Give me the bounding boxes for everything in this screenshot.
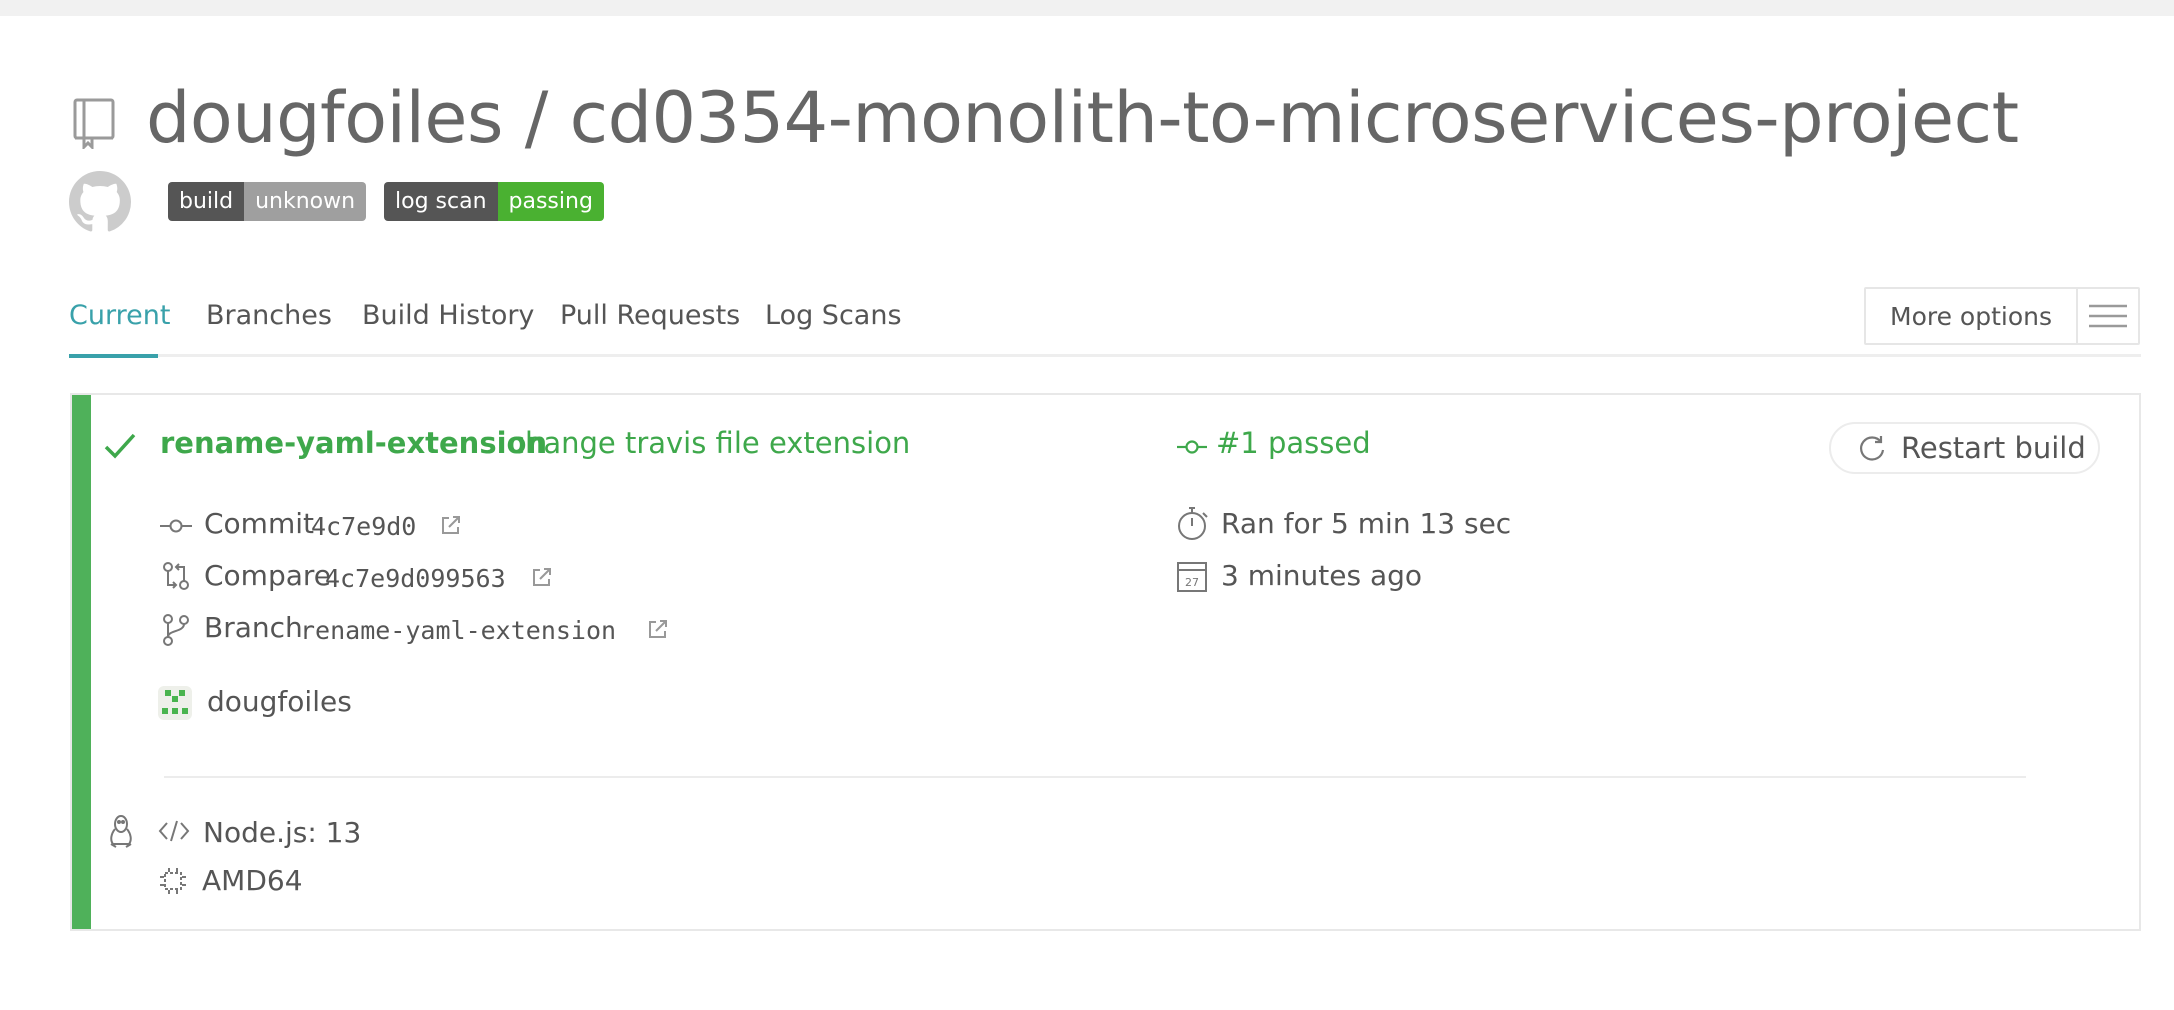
build-finished-time: 3 minutes ago (1221, 559, 1423, 592)
tab-current[interactable]: Current (69, 300, 170, 331)
commit-icon (1177, 439, 1207, 459)
restart-icon (1857, 433, 1887, 463)
stopwatch-icon (1176, 504, 1212, 546)
commit-message-link[interactable]: change travis file extension (509, 426, 910, 460)
badge-label: build (168, 182, 245, 221)
badge-status: unknown (244, 182, 367, 221)
tab-branches[interactable]: Branches (206, 300, 332, 331)
tab-build-history[interactable]: Build History (362, 300, 534, 331)
author-name[interactable]: dougfoiles (207, 685, 352, 718)
card-divider (164, 776, 2026, 778)
code-icon (158, 819, 190, 847)
more-options-button[interactable]: More options (1864, 287, 2140, 345)
github-icon[interactable] (69, 171, 131, 237)
restart-build-button[interactable]: Restart build (1829, 422, 2100, 474)
branch-name-link[interactable]: rename-yaml-extension (300, 616, 616, 645)
avatar (158, 686, 192, 724)
linux-icon (107, 814, 135, 852)
calendar-icon: 27 (1177, 562, 1207, 596)
svg-text:27: 27 (1185, 576, 1199, 589)
external-link-icon[interactable] (531, 566, 553, 592)
branch-icon (162, 614, 190, 650)
build-branch-link[interactable]: rename-yaml-extension (160, 426, 547, 460)
current-build-card (70, 393, 2141, 931)
commit-label: Commit (204, 507, 314, 540)
repo-owner-link[interactable]: dougfoiles (146, 77, 503, 159)
top-bar (0, 0, 2174, 16)
tab-log-scans[interactable]: Log Scans (765, 300, 902, 331)
badge-label: log scan (384, 182, 498, 221)
build-status-stripe (72, 395, 91, 929)
more-options-label: More options (1866, 289, 2078, 343)
log-scan-badge[interactable]: log scan passing (384, 182, 604, 221)
branch-label: Branch (204, 611, 303, 644)
repo-separator: / (524, 77, 549, 159)
restart-build-label: Restart build (1901, 431, 2086, 465)
page-title: dougfoiles / cd0354-monolith-to-microser… (146, 74, 2019, 162)
compare-label: Compare (204, 559, 332, 592)
repo-name-link[interactable]: cd0354-monolith-to-microservices-project (570, 77, 2019, 159)
tab-pull-requests[interactable]: Pull Requests (560, 300, 740, 331)
compare-icon (162, 561, 190, 595)
build-duration: Ran for 5 min 13 sec (1221, 507, 1512, 540)
language-label: Node.js: 13 (203, 816, 362, 849)
check-icon (104, 432, 136, 464)
active-tab-indicator (69, 354, 158, 358)
commit-icon (160, 517, 192, 539)
build-number-status[interactable]: #1 passed (1216, 426, 1371, 460)
hamburger-icon (2078, 289, 2138, 343)
build-status-badge[interactable]: build unknown (168, 182, 367, 221)
compare-range-link[interactable]: 4c7e9d099563 (325, 564, 506, 593)
external-link-icon[interactable] (647, 618, 669, 644)
arch-label: AMD64 (202, 864, 303, 897)
commit-sha-link[interactable]: 4c7e9d0 (311, 512, 416, 541)
badge-status: passing (497, 182, 604, 221)
external-link-icon[interactable] (440, 514, 462, 540)
tabs-divider (69, 354, 2141, 357)
cpu-icon (159, 867, 187, 899)
repo-icon (72, 97, 118, 153)
